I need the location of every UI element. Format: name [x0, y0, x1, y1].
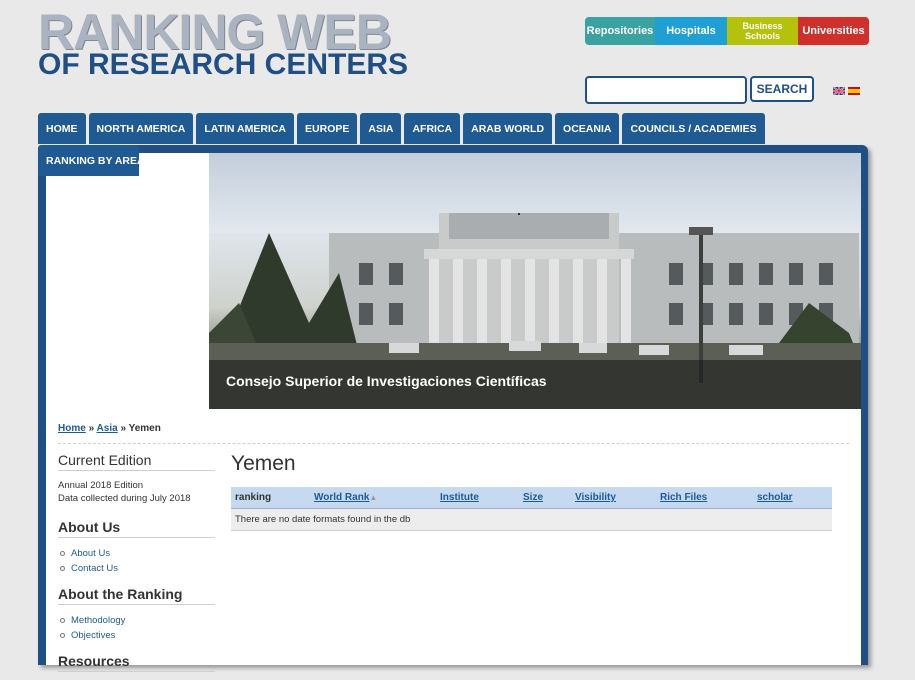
sidebar: Current Edition Annual 2018 Edition Data… [58, 452, 215, 680]
about-us-list: About Us Contact Us [58, 546, 215, 576]
nav-europe[interactable]: EUROPE [297, 113, 358, 144]
about-us-heading: About Us [58, 519, 215, 538]
table-header: ranking World Rank▲ Institute Size Visib… [231, 487, 832, 509]
repositories-link[interactable]: Repositories [585, 17, 655, 45]
portal-links: Repositories Hospitals Business Schools U… [585, 17, 869, 45]
ranking-table: ranking World Rank▲ Institute Size Visib… [231, 487, 832, 531]
hero-image: Consejo Superior de Investigaciones Cien… [209, 153, 861, 409]
nav-ranking-by-areas[interactable]: RANKING BY AREAS [38, 145, 152, 176]
spain-flag-icon[interactable] [848, 87, 860, 95]
search-button[interactable]: SEARCH [750, 76, 814, 102]
col-rich-files[interactable]: Rich Files [660, 492, 757, 503]
language-switcher [833, 87, 860, 95]
universities-label: Universities [802, 25, 865, 37]
bullet-icon [60, 566, 65, 571]
nav-councils-academies[interactable]: COUNCILS / ACADEMIES [622, 113, 765, 144]
universities-link[interactable]: Universities [798, 17, 869, 45]
bullet-icon [60, 618, 65, 623]
bullet-icon [60, 633, 65, 638]
resources-heading: Resources [58, 653, 215, 672]
site-logo[interactable]: RANKING WEB OF RESEARCH CENTERS [38, 7, 409, 81]
col-size[interactable]: Size [523, 492, 575, 503]
col-visibility[interactable]: Visibility [575, 492, 660, 503]
breadcrumb-current: Yemen [128, 423, 161, 434]
objectives-link[interactable]: Objectives [60, 628, 215, 643]
col-world-rank-wrap[interactable]: World Rank▲ [314, 492, 440, 503]
table-empty-row: There are no date formats found in the d… [231, 509, 832, 531]
main-nav: HOME NORTH AMERICA LATIN AMERICA EUROPE … [38, 113, 765, 144]
nav-north-america[interactable]: NORTH AMERICA [88, 113, 194, 144]
about-ranking-heading: About the Ranking [58, 586, 215, 605]
methodology-link[interactable]: Methodology [60, 613, 215, 628]
hero-caption: Consejo Superior de Investigaciones Cien… [226, 373, 547, 389]
bullet-icon [60, 551, 65, 556]
nav-latin-america[interactable]: LATIN AMERICA [196, 113, 295, 144]
methodology-label: Methodology [71, 615, 126, 626]
breadcrumb: Home » Asia » Yemen [58, 423, 849, 444]
business-schools-link[interactable]: Business Schools [727, 17, 798, 45]
nav-home[interactable]: HOME [38, 113, 86, 144]
hero-left-panel [46, 177, 209, 409]
current-edition-text: Annual 2018 Edition Data collected durin… [58, 479, 215, 505]
breadcrumb-separator: » [85, 423, 97, 434]
col-ranking: ranking [235, 492, 272, 503]
data-collected-line: Data collected during July 2018 [58, 493, 191, 504]
col-institute[interactable]: Institute [440, 492, 523, 503]
business-schools-label: Business Schools [742, 21, 782, 41]
uk-flag-icon[interactable] [833, 87, 845, 95]
nav-arab-world[interactable]: ARAB WORLD [463, 113, 553, 144]
breadcrumb-separator: » [117, 423, 129, 434]
nav-asia[interactable]: ASIA [360, 113, 402, 144]
about-us-link[interactable]: About Us [60, 546, 215, 561]
business-label-line2: Schools [744, 31, 780, 41]
business-label-line1: Business [742, 21, 783, 31]
about-us-label: About Us [71, 548, 111, 559]
breadcrumb-home[interactable]: Home [58, 423, 86, 434]
sort-up-icon[interactable]: ▲ [369, 493, 377, 502]
nav-africa[interactable]: AFRICA [404, 113, 461, 144]
col-world-rank[interactable]: World Rank [314, 492, 369, 503]
about-ranking-list: Methodology Objectives [58, 613, 215, 643]
col-scholar[interactable]: scholar [757, 492, 817, 503]
page-title: Yemen [231, 452, 296, 475]
current-edition-heading: Current Edition [58, 452, 215, 471]
hospitals-label: Hospitals [666, 25, 716, 37]
breadcrumb-asia[interactable]: Asia [97, 423, 118, 434]
logo-subtitle: OF RESEARCH CENTERS [38, 48, 409, 81]
contact-us-link[interactable]: Contact Us [60, 561, 215, 576]
contact-us-label: Contact Us [71, 563, 118, 574]
repositories-label: Repositories [586, 25, 654, 37]
objectives-label: Objectives [71, 630, 116, 641]
nav-second-row: RANKING BY AREAS [38, 145, 152, 176]
nav-oceania[interactable]: OCEANIA [555, 113, 620, 144]
search-input[interactable] [585, 76, 747, 104]
edition-line: Annual 2018 Edition [58, 480, 144, 491]
hospitals-link[interactable]: Hospitals [655, 17, 727, 45]
